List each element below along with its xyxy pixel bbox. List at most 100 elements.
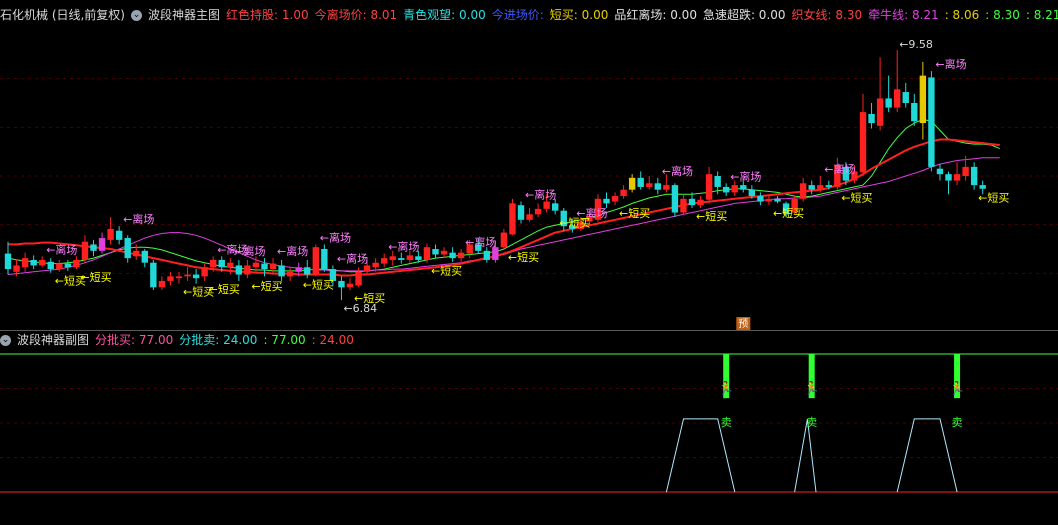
candle-body bbox=[945, 174, 952, 181]
buy-signal-label: ←短买 bbox=[619, 206, 650, 220]
candle-body bbox=[4, 253, 12, 270]
candle-body bbox=[705, 174, 713, 200]
candle-body bbox=[432, 249, 439, 255]
candle-body bbox=[953, 174, 961, 181]
candle-body bbox=[902, 92, 909, 103]
candle-body bbox=[184, 274, 191, 277]
candle-body bbox=[637, 177, 644, 187]
candle-body bbox=[603, 198, 610, 204]
buy-signal-label: ←短买 bbox=[209, 282, 240, 296]
candle-body bbox=[261, 263, 268, 270]
candle-body bbox=[150, 262, 157, 288]
wave-segment bbox=[665, 418, 736, 493]
candle-body bbox=[731, 185, 738, 193]
candle-body bbox=[440, 250, 448, 255]
candle-body bbox=[56, 263, 63, 270]
candle-body bbox=[774, 198, 781, 202]
candle-body bbox=[355, 271, 362, 286]
candle-body bbox=[757, 196, 764, 202]
candle-body bbox=[620, 189, 627, 197]
leave-signal-label: ←离场 bbox=[337, 251, 368, 265]
candle-body bbox=[876, 98, 884, 126]
candle-body bbox=[509, 203, 516, 235]
leave-signal-label: ←离场 bbox=[465, 235, 496, 249]
candle-body bbox=[227, 262, 234, 268]
leave-signal-label: ←离场 bbox=[46, 242, 77, 256]
candle-body bbox=[500, 232, 508, 248]
main-candlestick-chart[interactable]: ←离场←离场←离场←离场 ←离场←离场←离场←离场 ←离场←离场←离场←离场 ←离场←… bbox=[0, 0, 1058, 330]
candle-body bbox=[363, 265, 371, 272]
leave-signal-label: ←离场 bbox=[824, 162, 855, 176]
candle-body bbox=[372, 262, 379, 268]
candle-body bbox=[175, 276, 183, 279]
candle-body bbox=[21, 258, 29, 268]
candle-body bbox=[98, 238, 106, 251]
candle-body bbox=[492, 247, 499, 260]
candle-body bbox=[646, 183, 653, 187]
candle-body bbox=[680, 198, 687, 213]
candle-body bbox=[654, 183, 661, 190]
candle-body bbox=[295, 267, 302, 272]
red-trend-line bbox=[8, 138, 1000, 277]
buy-signal-label: ←短买 bbox=[696, 209, 727, 223]
buy-signal-label: ←短买 bbox=[303, 277, 334, 291]
candle-body bbox=[81, 241, 89, 260]
sell-signal-label: 卖 bbox=[952, 416, 963, 429]
candle-body bbox=[124, 238, 131, 259]
candle-body bbox=[936, 168, 944, 175]
leave-signal-label: ←离场 bbox=[935, 57, 966, 71]
candle-body bbox=[740, 185, 747, 190]
candle-body bbox=[244, 265, 251, 275]
candle-body bbox=[13, 265, 20, 272]
candle-body bbox=[911, 103, 918, 122]
buy-signal-label: ←短买 bbox=[508, 250, 539, 264]
candle-body bbox=[970, 166, 978, 186]
candle-body bbox=[47, 261, 54, 270]
runner-icon: 🏃 bbox=[949, 381, 965, 397]
candle-body bbox=[90, 244, 97, 251]
candle-body bbox=[671, 185, 679, 213]
buy-signal-label: ←短买 bbox=[431, 264, 462, 278]
leave-signal-label: ←离场 bbox=[662, 164, 693, 178]
candle-body bbox=[406, 255, 414, 260]
forecast-label: 预 bbox=[738, 318, 748, 330]
candle-body bbox=[321, 249, 328, 270]
candle-body bbox=[381, 258, 388, 264]
candle-body bbox=[748, 189, 756, 197]
candle-body bbox=[894, 89, 901, 108]
candle-body bbox=[483, 250, 490, 260]
candle-body bbox=[817, 185, 824, 190]
candle-body bbox=[115, 230, 123, 240]
runner-icon: 🏃 bbox=[718, 381, 734, 397]
candle-body bbox=[423, 247, 431, 260]
candle-body bbox=[979, 185, 986, 189]
candle-body bbox=[714, 176, 721, 187]
wave-segment bbox=[794, 418, 817, 493]
candle-body bbox=[39, 259, 46, 266]
candle-body bbox=[286, 271, 294, 277]
buy-signal-label: ←短买 bbox=[251, 279, 282, 293]
candle-body bbox=[107, 228, 114, 240]
leave-signal-label: ←离场 bbox=[123, 212, 154, 226]
high-price-label: ←9.58 bbox=[899, 38, 933, 51]
candle-body bbox=[30, 259, 37, 266]
candle-body bbox=[133, 250, 140, 257]
candle-body bbox=[64, 263, 72, 268]
candle-body bbox=[928, 77, 935, 167]
candle-body bbox=[449, 252, 456, 259]
candle-body bbox=[697, 199, 704, 206]
buy-signal-label: ←短买 bbox=[80, 270, 111, 284]
sub-indicator-chart[interactable]: 🏃 卖 🏃 卖 🏃 卖 bbox=[0, 340, 1058, 525]
buy-signal-label: ←短买 bbox=[559, 215, 590, 229]
candle-body bbox=[192, 274, 200, 279]
candle-body bbox=[885, 98, 892, 108]
candle-body bbox=[218, 259, 225, 268]
candle-body bbox=[868, 113, 875, 124]
candle-body bbox=[517, 205, 525, 220]
buy-signal-label: ←短买 bbox=[978, 191, 1009, 205]
candle-body bbox=[252, 262, 260, 268]
buy-signal-label: ←短买 bbox=[773, 206, 804, 220]
candle-body bbox=[141, 250, 148, 263]
buy-signal-label: ←短买 bbox=[841, 191, 872, 205]
candle-body bbox=[611, 196, 619, 202]
